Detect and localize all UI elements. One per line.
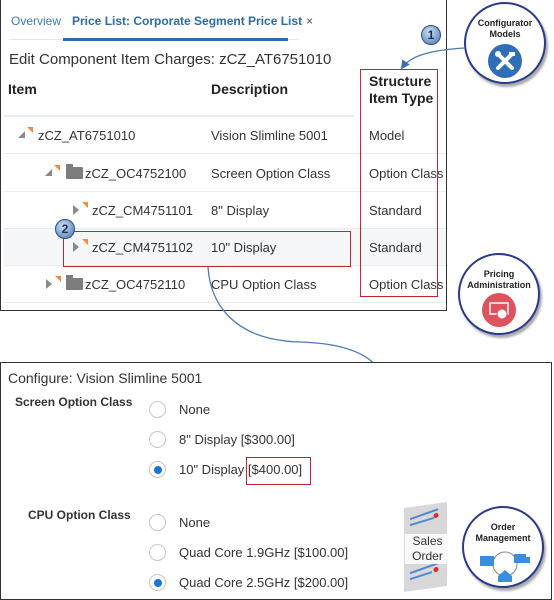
- row-highlight: [63, 231, 351, 267]
- flag-icon: [54, 165, 60, 171]
- item-cell: zCZ_CM4751101: [92, 203, 193, 218]
- item-cell: zCZ_OC4752100: [85, 166, 187, 181]
- radio-button-selected[interactable]: [149, 574, 166, 591]
- screen-option-class-label: Screen Option Class: [15, 395, 133, 409]
- configurator-models-role: Configurator Models: [464, 2, 546, 84]
- radio-button[interactable]: [149, 401, 166, 418]
- radio-label: None: [179, 402, 211, 417]
- tools-icon: [488, 44, 522, 78]
- close-icon[interactable]: ×: [306, 14, 313, 28]
- description-cell: CPU Option Class: [211, 277, 317, 292]
- radio-label: Quad Core 2.5GHz [$200.00]: [179, 575, 349, 590]
- expand-icon[interactable]: [45, 169, 52, 176]
- price-highlight: [246, 457, 311, 485]
- radio-button[interactable]: [149, 431, 166, 448]
- page-title: Edit Component Item Charges: zCZ_AT67510…: [9, 51, 332, 68]
- pricing-icon: [482, 293, 516, 327]
- folder-icon: [66, 275, 83, 290]
- folder-icon: [66, 164, 83, 179]
- radio-button[interactable]: [149, 544, 166, 561]
- role-label: Pricing Administration: [467, 269, 531, 290]
- radio-label: Quad Core 1.9GHz [$100.00]: [179, 545, 349, 560]
- radio-label: 8" Display [$300.00]: [179, 432, 295, 447]
- flag-icon: [55, 276, 61, 282]
- column-header-item[interactable]: Item: [8, 81, 37, 98]
- structure-item-type-highlight: [360, 69, 438, 297]
- radio-label: None: [179, 515, 211, 530]
- pricing-administration-role: Pricing Administration: [458, 253, 540, 335]
- description-cell: Vision Slimline 5001: [211, 128, 328, 143]
- radio-button[interactable]: [149, 514, 166, 531]
- order-management-icon: [478, 546, 532, 582]
- role-label: Order Management: [475, 522, 531, 543]
- tab-price-list[interactable]: Price List: Corporate Segment Price List…: [72, 14, 313, 28]
- tab-price-list-label: Price List: Corporate Segment Price List: [72, 14, 303, 28]
- item-cell: zCZ_OC4752110: [85, 277, 186, 292]
- role-label: Configurator Models: [477, 18, 533, 39]
- configure-title: Configure: Vision Slimline 5001: [8, 370, 203, 386]
- sales-order-label: Sales Order: [405, 534, 450, 564]
- cpu-option-class-label: CPU Option Class: [28, 508, 131, 522]
- column-header-description[interactable]: Description: [211, 81, 288, 98]
- callout-badge: 2: [55, 219, 75, 239]
- active-tab-indicator: [63, 38, 288, 41]
- flag-icon: [27, 127, 33, 133]
- expand-icon[interactable]: [18, 131, 25, 138]
- tab-overview[interactable]: Overview: [11, 14, 61, 28]
- callout-badge: 1: [421, 25, 441, 45]
- order-management-role: Order Management: [462, 506, 544, 588]
- item-cell: zCZ_AT6751010: [38, 128, 136, 143]
- collapse-icon[interactable]: [46, 279, 52, 289]
- collapse-icon[interactable]: [73, 205, 79, 215]
- radio-button-selected[interactable]: [149, 461, 166, 478]
- flag-icon: [82, 202, 88, 208]
- description-cell: Screen Option Class: [211, 166, 331, 181]
- description-cell: 8" Display: [211, 203, 270, 218]
